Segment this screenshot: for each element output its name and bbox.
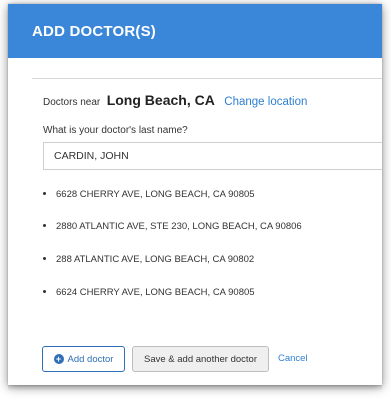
save-add-another-button[interactable]: Save & add another doctor	[132, 346, 269, 372]
result-item[interactable]: 6624 CHERRY AVE, LONG BEACH, CA 90805	[43, 287, 255, 298]
save-add-another-label: Save & add another doctor	[143, 353, 258, 365]
result-address: 6628 CHERRY AVE, LONG BEACH, CA 90805	[56, 189, 255, 200]
location-row: Doctors near Long Beach, CA Change locat…	[43, 92, 307, 110]
doctors-near-label: Doctors near	[43, 97, 101, 108]
last-name-input[interactable]	[43, 142, 382, 170]
location-name: Long Beach, CA	[106, 92, 215, 108]
dialog-header: ADD DOCTOR(S)	[8, 4, 382, 58]
change-location-link[interactable]: Change location	[224, 96, 307, 108]
result-item[interactable]: 288 ATLANTIC AVE, LONG BEACH, CA 90802	[43, 254, 254, 265]
bullet-icon	[43, 191, 46, 195]
page-shadow	[8, 385, 382, 391]
bullet-icon	[43, 289, 46, 293]
bullet-icon	[43, 223, 46, 227]
dialog-title: ADD DOCTOR(S)	[32, 23, 156, 40]
header-divider	[32, 78, 382, 79]
result-address: 2880 ATLANTIC AVE, STE 230, LONG BEACH, …	[56, 221, 302, 232]
bullet-icon	[43, 256, 46, 260]
add-doctor-dialog: ADD DOCTOR(S) Doctors near Long Beach, C…	[8, 4, 382, 385]
last-name-label: What is your doctor's last name?	[43, 125, 188, 136]
cancel-link[interactable]: Cancel	[278, 353, 308, 364]
add-doctor-label: Add doctor	[67, 353, 114, 365]
result-address: 6624 CHERRY AVE, LONG BEACH, CA 90805	[56, 287, 255, 298]
result-item[interactable]: 2880 ATLANTIC AVE, STE 230, LONG BEACH, …	[43, 221, 302, 232]
result-item[interactable]: 6628 CHERRY AVE, LONG BEACH, CA 90805	[43, 189, 255, 200]
result-address: 288 ATLANTIC AVE, LONG BEACH, CA 90802	[56, 254, 255, 265]
plus-circle-icon: +	[53, 354, 64, 364]
add-doctor-button[interactable]: + Add doctor	[42, 346, 125, 372]
